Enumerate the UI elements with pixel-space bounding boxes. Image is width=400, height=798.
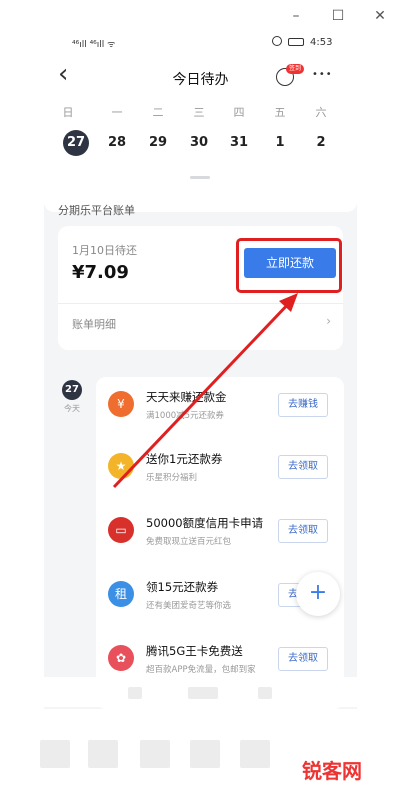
- minimize-button[interactable]: –: [284, 4, 308, 28]
- maximize-button[interactable]: ☐: [326, 4, 350, 28]
- star-icon: ★: [108, 453, 134, 479]
- task-subtitle: 乐星积分福利: [146, 473, 198, 483]
- task-subtitle: 超百款APP免流量，包邮到家: [146, 665, 256, 675]
- calendar-date[interactable]: 30: [186, 130, 212, 156]
- task-subtitle: 免费取现立送百元红包: [146, 537, 232, 547]
- blurred-footer: [0, 677, 400, 707]
- calendar-date[interactable]: 29: [145, 130, 171, 156]
- calendar-date[interactable]: 2: [308, 130, 334, 156]
- task-title: 送你1元还款券: [146, 452, 223, 466]
- blur-block: [190, 740, 220, 768]
- coin-icon: ¥: [108, 391, 134, 417]
- coupon-icon: 租: [108, 581, 134, 607]
- task-item[interactable]: ¥ 天天来赚还款金 满1000减5元还款券 去赚钱: [96, 377, 344, 439]
- chevron-right-icon: ›: [326, 314, 331, 328]
- task-subtitle: 满1000减5元还款券: [146, 411, 225, 421]
- alarm-icon: [272, 36, 282, 46]
- more-icon[interactable]: •••: [312, 69, 333, 80]
- today-label: 今天: [64, 404, 80, 413]
- add-button[interactable]: +: [296, 572, 340, 616]
- day-badge: 27: [62, 380, 82, 400]
- calendar-expand-handle[interactable]: [190, 176, 210, 179]
- weekday-label: 六: [315, 106, 327, 119]
- sim-icon: ✿: [108, 645, 134, 671]
- weekday-label: 四: [233, 106, 245, 119]
- section-title: 分期乐平台账单: [58, 204, 135, 217]
- window: – ☐ ✕ ⁴⁶ıll ⁴⁶ıll ᯤ 4:53 ‹ 今日待办 签到 ••• 日…: [0, 0, 400, 798]
- checkin-badge: 签到: [286, 64, 305, 74]
- weekday-label: 三: [193, 106, 205, 119]
- task-list: ¥ 天天来赚还款金 满1000减5元还款券 去赚钱 ★ 送你1元还款券 乐星积分…: [96, 377, 344, 709]
- due-date-label: 1月10日待还: [72, 244, 137, 257]
- task-title: 腾讯5G王卡免费送: [146, 644, 243, 658]
- task-title: 50000额度信用卡申请: [146, 516, 264, 530]
- watermark-logo: 锐客网: [302, 759, 362, 783]
- blur-block: [128, 687, 142, 699]
- calendar-date[interactable]: 28: [104, 130, 130, 156]
- task-title: 天天来赚还款金: [146, 390, 227, 404]
- status-bar: ⁴⁶ıll ⁴⁶ıll ᯤ 4:53: [44, 32, 357, 56]
- blur-block: [188, 687, 218, 699]
- task-action-button[interactable]: 去领取: [278, 519, 328, 543]
- week-calendar: 日 一 二 三 四 五 六 27 28 29 30 31 1 2: [44, 100, 357, 212]
- battery-icon: [288, 38, 304, 46]
- divider: [58, 303, 343, 304]
- bill-amount: ¥7.09: [72, 262, 129, 283]
- bill-detail-link[interactable]: 账单明细: [72, 316, 116, 332]
- signal-icons: ⁴⁶ıll ⁴⁶ıll ᯤ: [72, 40, 116, 50]
- page-title: 今日待办: [172, 72, 229, 88]
- weekday-label: 二: [152, 106, 164, 119]
- task-action-button[interactable]: 去领取: [278, 647, 328, 671]
- blur-block: [40, 740, 70, 768]
- blur-block: [140, 740, 170, 768]
- blur-block: [240, 740, 270, 768]
- task-subtitle: 还有美团爱奇艺等你选: [146, 601, 232, 611]
- blur-block: [88, 740, 118, 768]
- status-time: 4:53: [310, 37, 333, 48]
- weekday-label: 五: [274, 106, 286, 119]
- app-header: ‹ 今日待办 签到 •••: [44, 56, 357, 100]
- task-action-button[interactable]: 去赚钱: [278, 393, 328, 417]
- card-icon: ▭: [108, 517, 134, 543]
- calendar-date[interactable]: 1: [267, 130, 293, 156]
- blur-block: [258, 687, 272, 699]
- weekday-label: 日: [62, 106, 74, 119]
- calendar-date[interactable]: 31: [226, 130, 252, 156]
- weekday-label: 一: [111, 106, 123, 119]
- task-action-button[interactable]: 去领取: [278, 455, 328, 479]
- task-item[interactable]: ★ 送你1元还款券 乐星积分福利 去领取: [96, 439, 344, 501]
- task-item[interactable]: ▭ 50000额度信用卡申请 免费取现立送百元红包 去领取: [96, 503, 344, 565]
- calendar-date-selected[interactable]: 27: [63, 130, 89, 156]
- highlight-box: [236, 238, 342, 293]
- phone-screen: ⁴⁶ıll ⁴⁶ıll ᯤ 4:53 ‹ 今日待办 签到 ••• 日 一 二 三…: [44, 32, 357, 709]
- close-button[interactable]: ✕: [368, 4, 392, 28]
- task-title: 领15元还款券: [146, 580, 219, 594]
